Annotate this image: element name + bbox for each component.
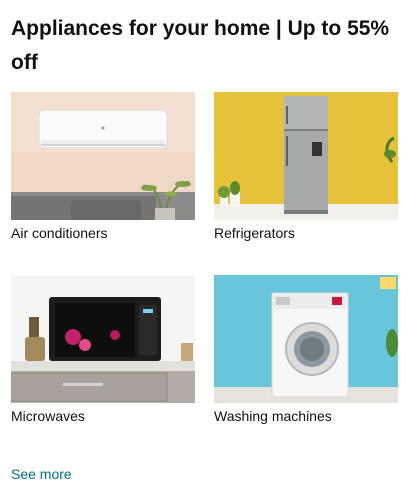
see-more-link[interactable]: See more [11,465,72,483]
refrigerator-image[interactable] [214,92,398,220]
category-tile-refrigerators[interactable]: Refrigerators [214,92,398,242]
category-tile-washing-machines[interactable]: Washing machines [214,275,398,425]
washing-machine-image[interactable] [214,275,398,403]
category-tile-air-conditioners[interactable]: Air conditioners [11,92,195,242]
appliances-card: Appliances for your home | Up to 55% off… [0,0,410,496]
microwave-image[interactable] [11,275,195,403]
tile-label[interactable]: Refrigerators [214,224,398,242]
tile-label[interactable]: Air conditioners [11,224,195,242]
card-title: Appliances for your home | Up to 55% off [11,17,390,74]
tile-label[interactable]: Washing machines [214,407,398,425]
category-tile-microwaves[interactable]: Microwaves [11,275,195,425]
air-conditioner-image[interactable] [11,92,195,220]
tile-label[interactable]: Microwaves [11,407,195,425]
